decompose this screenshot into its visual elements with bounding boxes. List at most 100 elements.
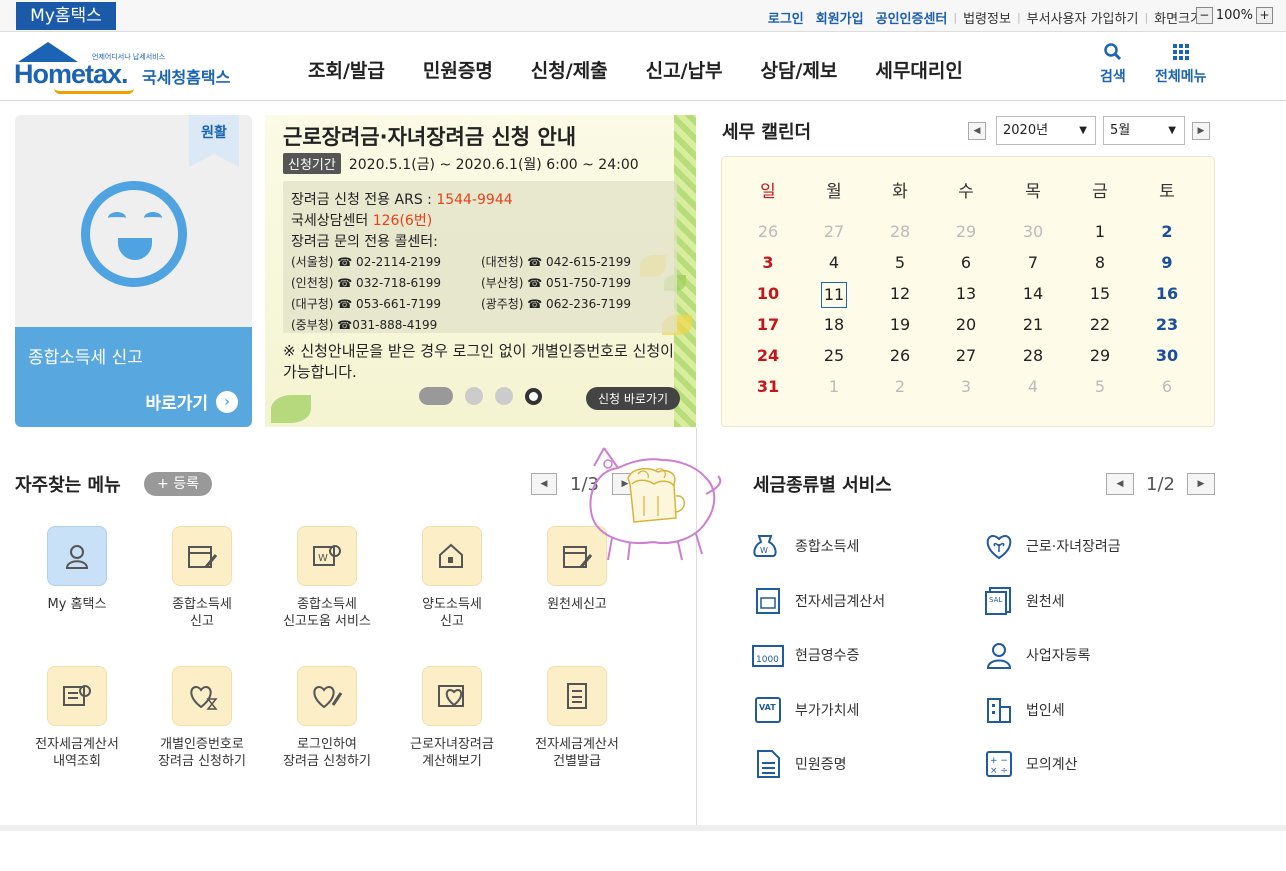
leaf-decoration (271, 395, 311, 423)
tax-service-item[interactable]: 사업자등록 (982, 639, 1090, 671)
zoom-control: − 100% + (1193, 7, 1276, 24)
calendar-day[interactable]: 24 (748, 344, 788, 368)
law-info-link[interactable]: 법령정보 (963, 8, 1011, 27)
calendar-day[interactable]: 27 (946, 344, 986, 368)
calendar-day[interactable]: 19 (880, 313, 920, 337)
calendar-day[interactable]: 17 (748, 313, 788, 337)
apply-shortcut-button[interactable]: 신청 바로가기 (585, 387, 680, 410)
calendar-day[interactable]: 23 (1147, 313, 1187, 337)
pig-doodle-icon (589, 447, 722, 561)
favorite-item[interactable]: 전자세금계산서 건별발급 (517, 666, 637, 770)
favorite-item[interactable]: 로그인하여 장려금 신청하기 (267, 666, 387, 770)
register-favorite-button[interactable]: + 등록 (144, 472, 212, 496)
tax-service-item[interactable]: 1000 현금영수증 (751, 639, 859, 671)
favorite-item[interactable]: 개별인증번호로 장려금 신청하기 (142, 666, 262, 770)
person-icon (47, 526, 107, 586)
favorite-item[interactable]: 전자세금계산서 내역조회 (17, 666, 137, 770)
login-link[interactable]: 로그인 (768, 8, 804, 27)
calendar-day[interactable]: 3 (748, 251, 788, 275)
calendar-day[interactable]: 8 (1080, 251, 1120, 275)
carousel-dot-active[interactable] (419, 387, 453, 405)
month-select[interactable]: 5월 ▼ (1103, 116, 1185, 145)
next-month-arrow-icon[interactable]: ▶ (1192, 122, 1210, 140)
calendar-day[interactable]: 6 (946, 251, 986, 275)
promo-go-link[interactable]: 바로가기 › (145, 389, 238, 414)
year-select[interactable]: 2020년 ▼ (996, 116, 1096, 145)
calendar-day[interactable]: 2 (1147, 220, 1187, 244)
cert-center-link[interactable]: 공인인증센터 (876, 8, 948, 27)
calendar-day: 27 (823, 222, 845, 241)
favorite-item[interactable]: My 홈택스 (17, 526, 137, 613)
calendar-day[interactable]: 15 (1080, 282, 1120, 306)
top-links: 로그인 회원가입 공인인증센터 | 법령정보 | 부서사용자 가입하기 | 화면… (756, 8, 1202, 27)
calendar-day[interactable]: 11 (821, 282, 847, 308)
my-hometax-button[interactable]: My홈택스 (16, 2, 116, 30)
zoom-in-button[interactable]: + (1256, 7, 1273, 24)
calendar-day[interactable]: 16 (1147, 282, 1187, 306)
tax-service-label: 모의계산 (1026, 757, 1078, 773)
tax-service-item[interactable]: + − × ÷ 모의계산 (982, 748, 1078, 780)
cash-receipt-icon: 1000 (751, 639, 785, 671)
nav-consult[interactable]: 상담/제보 (761, 56, 838, 83)
tax-service-item[interactable]: VAT 부가가치세 (751, 694, 859, 726)
calendar-day[interactable]: 26 (880, 344, 920, 368)
tax-service-item[interactable]: W 종합소득세 (751, 530, 859, 562)
incentive-banner[interactable]: 근로장려금·자녀장려금 신청 안내 신청기간 2020.5.1(금) ~ 202… (265, 115, 696, 427)
tax-service-item[interactable]: 법인세 (982, 694, 1065, 726)
favorite-item[interactable]: 종합소득세 신고 (142, 526, 262, 630)
calendar-day[interactable]: 21 (1013, 313, 1053, 337)
tax-service-label: 현금영수증 (795, 648, 860, 664)
tax-service-item[interactable]: 근로·자녀장려금 (982, 530, 1121, 562)
calendar-day: 4 (1027, 377, 1039, 396)
calendar-day[interactable]: 12 (880, 282, 920, 306)
tax-service-next-icon[interactable]: ▶ (1187, 473, 1215, 495)
zoom-out-button[interactable]: − (1195, 7, 1213, 24)
carousel-dot[interactable] (495, 387, 513, 405)
favorite-item[interactable]: 양도소득세 신고 (392, 526, 512, 630)
all-menu-button[interactable]: 전체메뉴 (1155, 42, 1207, 86)
calendar-day[interactable]: 28 (1013, 344, 1053, 368)
calendar-day[interactable]: 1 (1080, 220, 1120, 244)
favorites-prev-icon[interactable]: ◀ (531, 473, 557, 495)
hometax-logo[interactable]: 언제어디서나 납세서비스 Hometax. 국세청홈택스 (14, 42, 244, 97)
calendar-day[interactable]: 13 (946, 282, 986, 306)
calendar-day[interactable]: 31 (748, 375, 788, 399)
nav-lookup-issue[interactable]: 조회/발급 (308, 56, 385, 83)
calendar-day[interactable]: 5 (880, 251, 920, 275)
tax-service-item[interactable]: 전자세금계산서 (751, 585, 885, 617)
call-gwangju: (광주청) ☎ 062-236-7199 (481, 297, 632, 311)
tax-service-item[interactable]: SAL 원천세 (982, 585, 1065, 617)
heart-sprout-icon (982, 530, 1016, 562)
calendar-day[interactable]: 14 (1013, 282, 1053, 306)
favorite-item[interactable]: W 종합소득세 신고도움 서비스 (267, 526, 387, 630)
tax-service-label: 사업자등록 (1026, 648, 1091, 664)
calendar-day[interactable]: 20 (946, 313, 986, 337)
nav-report-pay[interactable]: 신고/납부 (646, 56, 723, 83)
calendar-day[interactable]: 29 (1080, 344, 1120, 368)
calendar-day[interactable]: 30 (1147, 344, 1187, 368)
calendar-day[interactable]: 4 (814, 251, 854, 275)
carousel-dot[interactable] (465, 387, 483, 405)
calendar-day[interactable]: 7 (1013, 251, 1053, 275)
calendar-day[interactable]: 18 (814, 313, 854, 337)
tax-service-prev-icon[interactable]: ◀ (1106, 473, 1134, 495)
favorite-label: 전자세금계산서 건별발급 (535, 737, 619, 769)
search-icon (1104, 43, 1121, 61)
search-button[interactable]: 검색 (1100, 42, 1126, 86)
signup-link[interactable]: 회원가입 (816, 8, 864, 27)
calendar-day[interactable]: 25 (814, 344, 854, 368)
dept-user-signup-link[interactable]: 부서사용자 가입하기 (1027, 8, 1139, 27)
month-value: 5월 (1110, 123, 1131, 138)
carousel-stop-icon[interactable] (525, 387, 542, 405)
nav-tax-agent[interactable]: 세무대리인 (875, 56, 962, 83)
calendar-day[interactable]: 10 (748, 282, 788, 306)
favorite-item[interactable]: 근로자녀장려금 계산해보기 (392, 666, 512, 770)
favorite-label: 원천세신고 (547, 597, 607, 612)
income-tax-promo-card[interactable]: 원활 종합소득세 신고 바로가기 › (15, 115, 252, 427)
nav-apply-submit[interactable]: 신청/제출 (531, 56, 608, 83)
tax-service-item[interactable]: 민원증명 (751, 748, 847, 780)
nav-civil-cert[interactable]: 민원증명 (423, 56, 493, 83)
calendar-day[interactable]: 9 (1147, 251, 1187, 275)
calendar-day[interactable]: 22 (1080, 313, 1120, 337)
prev-year-arrow-icon[interactable]: ◀ (968, 122, 986, 140)
